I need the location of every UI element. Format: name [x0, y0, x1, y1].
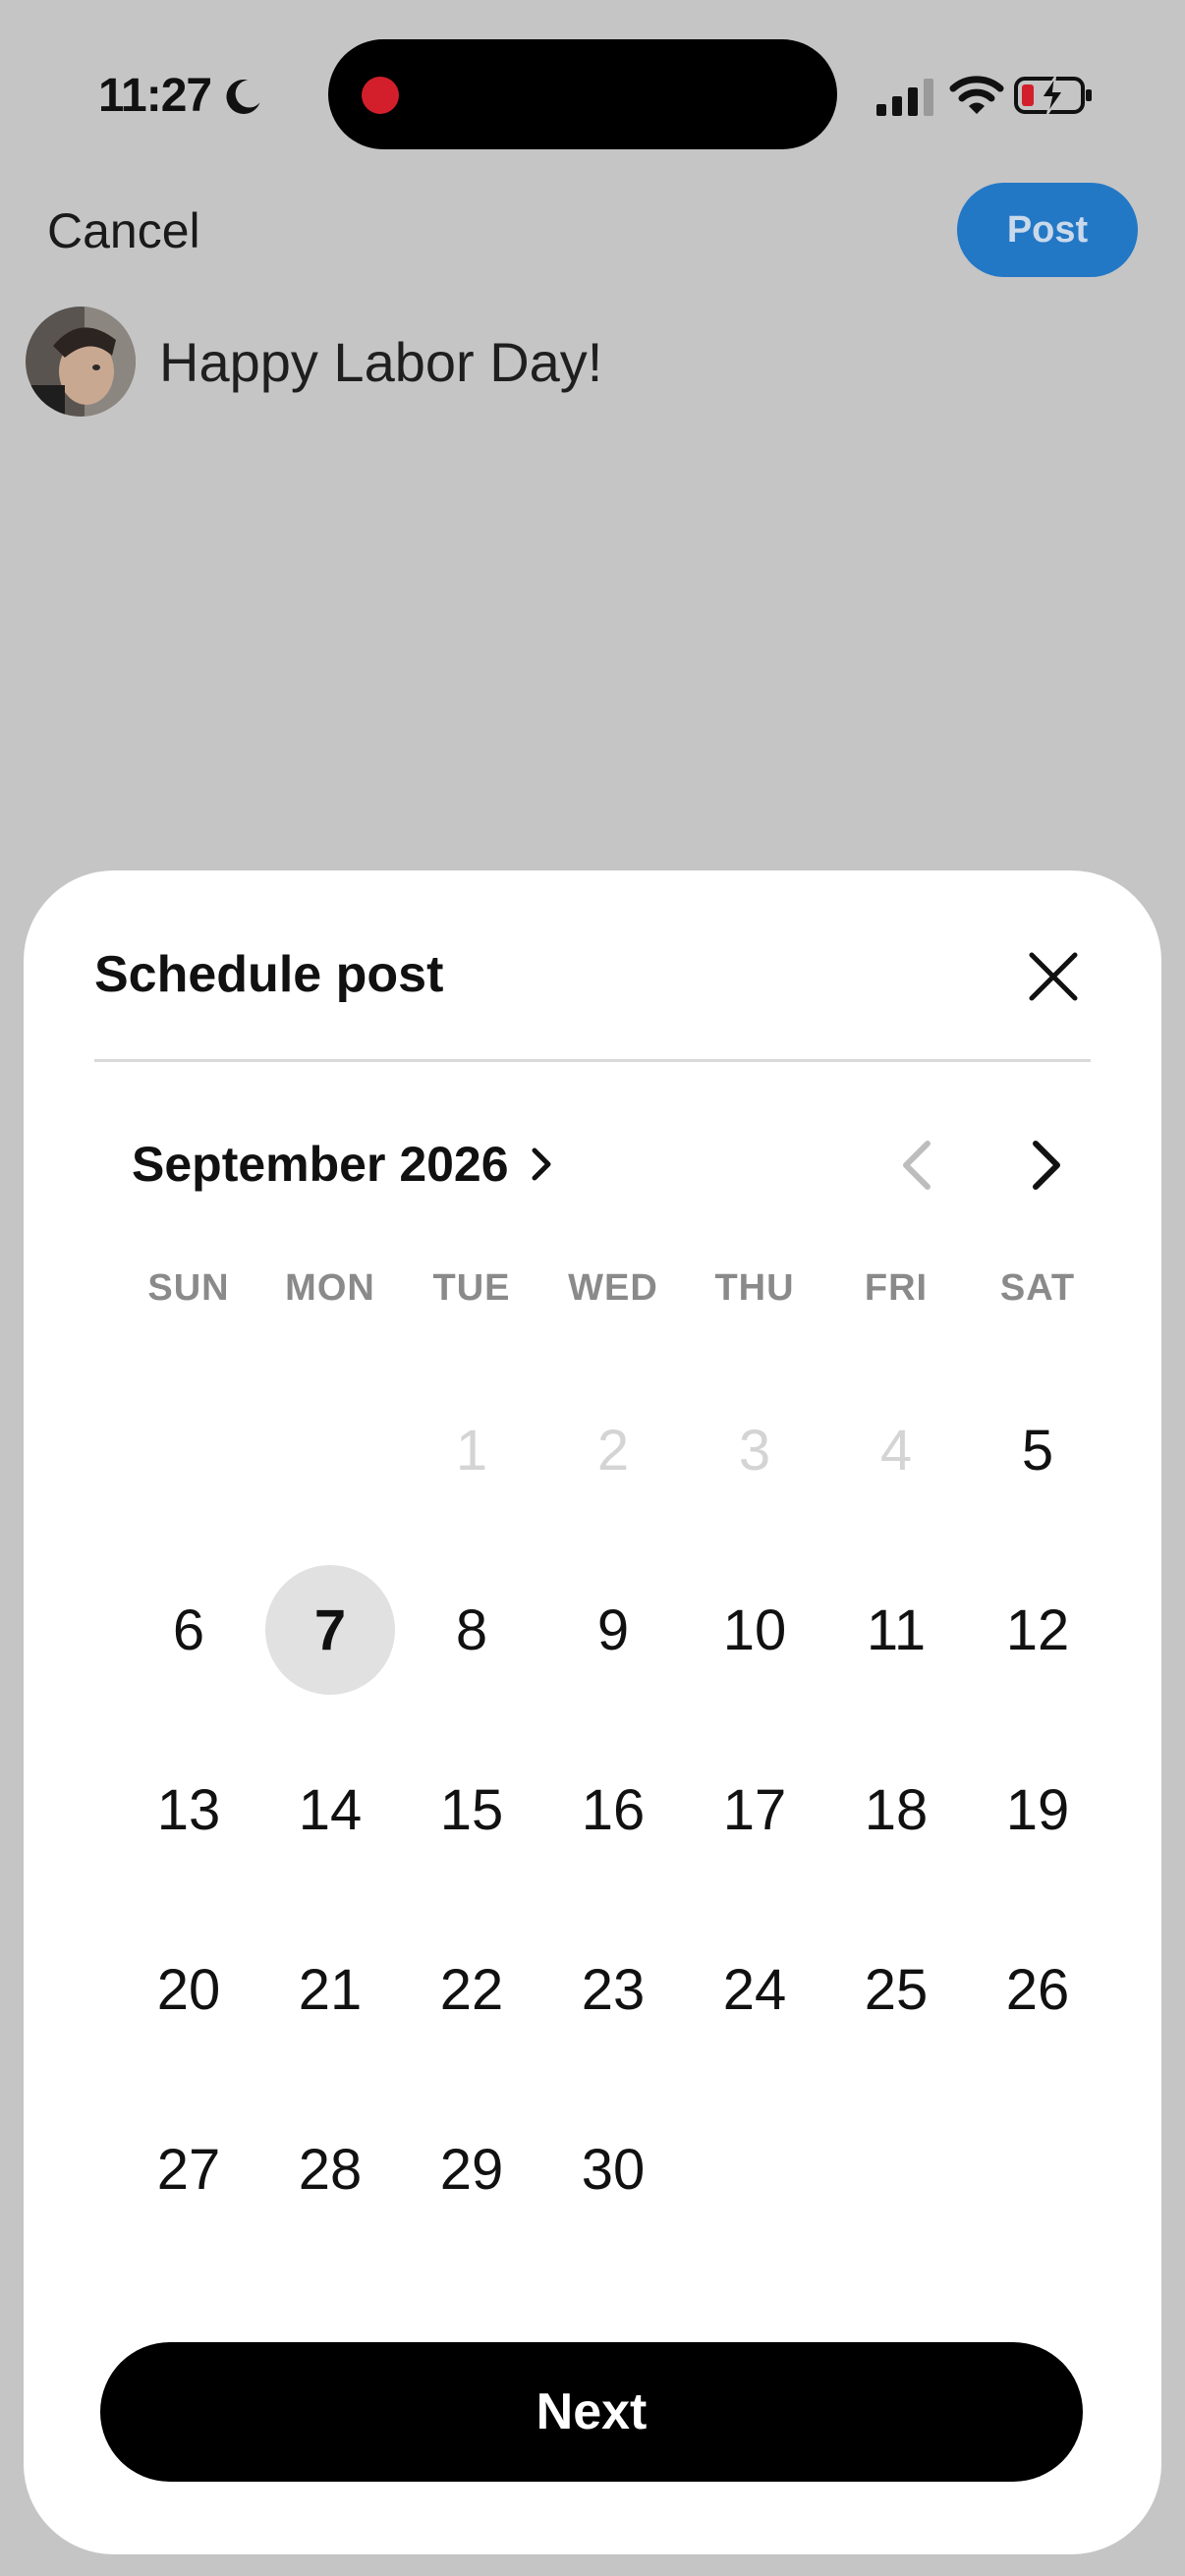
- calendar-cell: 9: [542, 1565, 684, 1745]
- avatar: [26, 307, 136, 417]
- calendar-cell: 25: [825, 1925, 967, 2104]
- calendar-day[interactable]: 29: [407, 2104, 536, 2234]
- calendar-cell: 3: [684, 1385, 825, 1565]
- calendar-day[interactable]: 14: [265, 1745, 395, 1875]
- calendar-cell: 27: [118, 2104, 259, 2284]
- calendar-day[interactable]: 20: [124, 1925, 254, 2054]
- weekday-label: SUN: [147, 1267, 230, 1309]
- calendar-day[interactable]: 5: [973, 1385, 1102, 1515]
- recording-dot: [362, 77, 399, 114]
- calendar-cell: 1: [401, 1385, 542, 1565]
- calendar-cell: 19: [967, 1745, 1108, 1925]
- calendar-day[interactable]: 28: [265, 2104, 395, 2234]
- next-button[interactable]: Next: [100, 2342, 1083, 2482]
- calendar-day: 1: [455, 1418, 488, 1483]
- calendar-cell: 26: [967, 1925, 1108, 2104]
- calendar-cell: 21: [259, 1925, 401, 2104]
- calendar-cell: 7: [259, 1565, 401, 1745]
- weekday-label: TUE: [432, 1267, 511, 1309]
- calendar-day[interactable]: 8: [407, 1565, 536, 1695]
- cancel-button[interactable]: Cancel: [47, 202, 200, 259]
- calendar-cell: 20: [118, 1925, 259, 2104]
- calendar-day[interactable]: 30: [548, 2104, 678, 2234]
- calendar-day[interactable]: 25: [831, 1925, 961, 2054]
- calendar-cell: 15: [401, 1745, 542, 1925]
- calendar-day[interactable]: 19: [973, 1745, 1102, 1875]
- calendar-day[interactable]: 12: [973, 1565, 1102, 1695]
- dynamic-island: [328, 39, 837, 149]
- battery-charging-icon: [1014, 76, 1092, 115]
- calendar-day[interactable]: 21: [265, 1925, 395, 2054]
- calendar-day[interactable]: 16: [548, 1745, 678, 1875]
- calendar-cell: 24: [684, 1925, 825, 2104]
- weekday-label: FRI: [864, 1267, 929, 1309]
- calendar-cell: 14: [259, 1745, 401, 1925]
- calendar-day[interactable]: 6: [124, 1565, 254, 1695]
- calendar-cell: 6: [118, 1565, 259, 1745]
- weekday-label: WED: [568, 1267, 658, 1309]
- calendar-cell: 16: [542, 1745, 684, 1925]
- calendar-cell: 29: [401, 2104, 542, 2284]
- calendar-cell: 18: [825, 1745, 967, 1925]
- post-button[interactable]: Post: [957, 183, 1138, 277]
- app-screen: 11:27 Cancel Post Happy Labor Day! Sched…: [0, 0, 1185, 2576]
- calendar-cell: 5: [967, 1385, 1108, 1565]
- calendar-day[interactable]: 10: [690, 1565, 819, 1695]
- calendar-cell: 13: [118, 1745, 259, 1925]
- calendar-day[interactable]: 23: [548, 1925, 678, 2054]
- calendar-day[interactable]: 13: [124, 1745, 254, 1875]
- calendar-cell: 2: [542, 1385, 684, 1565]
- weekday-label: THU: [714, 1267, 795, 1309]
- calendar-cell: 4: [825, 1385, 967, 1565]
- calendar-grid: 1 2 3 4 5 6 7 8 9 10 11 12 13 14 15 16 17 18 19 20 21 22 23 24 2…: [118, 1385, 1108, 2284]
- calendar-cell: 17: [684, 1745, 825, 1925]
- chevron-right-icon: [532, 1148, 551, 1181]
- signal-icon: [876, 79, 933, 116]
- calendar-day: 2: [596, 1418, 630, 1483]
- calendar-day[interactable]: 18: [831, 1745, 961, 1875]
- previous-month-button[interactable]: [888, 1134, 947, 1197]
- calendar-cell: 11: [825, 1565, 967, 1745]
- calendar-day[interactable]: 22: [407, 1925, 536, 2054]
- calendar-day[interactable]: 17: [690, 1745, 819, 1875]
- calendar-cell: [259, 1385, 401, 1565]
- calendar-day: 3: [738, 1418, 771, 1483]
- calendar-day[interactable]: 26: [973, 1925, 1102, 2054]
- calendar-day[interactable]: 27: [124, 2104, 254, 2234]
- sheet-title: Schedule post: [94, 946, 444, 1003]
- schedule-sheet: Schedule post September 2026 SUN MON TUE…: [24, 870, 1161, 2554]
- weekday-header: SUN MON TUE WED THU FRI SAT: [118, 1267, 1108, 1316]
- divider: [94, 1059, 1091, 1062]
- calendar-day[interactable]: 11: [831, 1565, 961, 1695]
- calendar-cell: 22: [401, 1925, 542, 2104]
- calendar-cell: 12: [967, 1565, 1108, 1745]
- calendar-day: 4: [879, 1418, 913, 1483]
- status-time: 11:27: [98, 70, 212, 122]
- calendar-day[interactable]: 24: [690, 1925, 819, 2054]
- weekday-label: MON: [285, 1267, 375, 1309]
- post-text[interactable]: Happy Labor Day!: [159, 330, 602, 394]
- month-selector[interactable]: September 2026: [132, 1136, 556, 1193]
- month-label: September 2026: [132, 1137, 509, 1192]
- wifi-icon: [949, 76, 1004, 114]
- weekday-label: SAT: [999, 1267, 1076, 1309]
- calendar-day[interactable]: 9: [548, 1565, 678, 1695]
- calendar-cell: 8: [401, 1565, 542, 1745]
- calendar-cell: 28: [259, 2104, 401, 2284]
- calendar-day-selected[interactable]: 7: [265, 1565, 395, 1695]
- calendar-day[interactable]: 15: [407, 1745, 536, 1875]
- calendar-cell: [118, 1385, 259, 1565]
- calendar-cell: 10: [684, 1565, 825, 1745]
- next-month-button[interactable]: [1016, 1134, 1075, 1197]
- close-icon[interactable]: [1026, 949, 1081, 1004]
- calendar-cell: 30: [542, 2104, 684, 2284]
- moon-icon: [226, 79, 260, 114]
- calendar-cell: 23: [542, 1925, 684, 2104]
